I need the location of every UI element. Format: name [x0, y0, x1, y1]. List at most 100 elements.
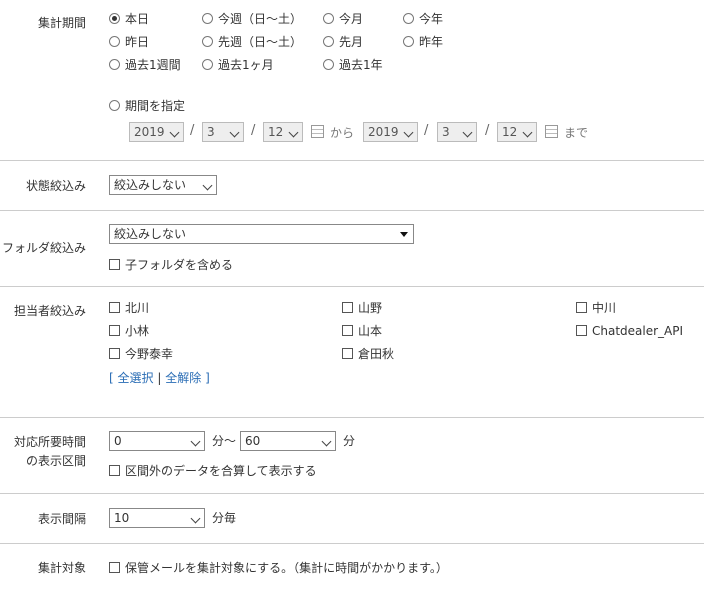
chevron-down-icon	[462, 127, 473, 138]
assignee-checkbox[interactable]: 山野	[342, 300, 382, 316]
radio-button[interactable]	[323, 13, 334, 24]
status-label: 状態絞込み	[25, 179, 86, 193]
radio-button[interactable]	[403, 36, 414, 47]
dropdown-arrow-icon	[400, 232, 408, 237]
checkbox[interactable]	[109, 562, 120, 573]
to-day-select[interactable]: 12	[497, 122, 537, 142]
calendar-icon[interactable]	[311, 125, 324, 138]
radio-yesterday[interactable]: 昨日	[109, 34, 149, 50]
radio-this-week[interactable]: 今週（日～土）	[202, 11, 302, 27]
assignee-checkbox[interactable]: 今野泰幸	[109, 346, 173, 362]
date-slash: /	[424, 123, 429, 138]
assignee-label: 担当者絞込み	[13, 304, 86, 318]
from-text: から	[330, 126, 355, 140]
checkbox[interactable]	[109, 302, 120, 313]
date-slash: /	[485, 123, 490, 138]
chevron-down-icon	[288, 127, 299, 138]
bracket-close: ]	[205, 371, 210, 385]
select-all-link[interactable]: 全選択	[118, 371, 154, 385]
date-slash: /	[251, 123, 256, 138]
duration-label-line2: の表示区間	[25, 454, 86, 468]
radio-last-year[interactable]: 昨年	[403, 34, 443, 50]
assignee-checkbox[interactable]: Chatdealer_API	[576, 323, 683, 339]
assignee-section: 担当者絞込み 北川 山野 中川 小林 山本 Chatdealer_API 今野泰…	[0, 286, 704, 418]
duration-from-select[interactable]: 0	[109, 431, 205, 451]
checkbox[interactable]	[576, 325, 587, 336]
radio-button[interactable]	[202, 59, 213, 70]
checkbox[interactable]	[342, 302, 353, 313]
radio-past-week[interactable]: 過去1週間	[109, 57, 181, 73]
assignee-checkbox[interactable]: 小林	[109, 323, 149, 339]
radio-last-week[interactable]: 先週（日～土）	[202, 34, 302, 50]
radio-button[interactable]	[202, 36, 213, 47]
from-year-select[interactable]: 2019	[129, 122, 184, 142]
checkbox[interactable]	[109, 465, 120, 476]
interval-label: 表示間隔	[37, 512, 86, 526]
from-day-select[interactable]: 12	[263, 122, 303, 142]
duration-label-line1: 対応所要時間	[13, 435, 86, 449]
chevron-down-icon	[321, 436, 332, 447]
chevron-down-icon	[522, 127, 533, 138]
status-section: 状態絞込み 絞込みしない	[0, 160, 704, 211]
folder-section: フォルダ絞込み 絞込みしない 子フォルダを含める	[0, 210, 704, 287]
radio-custom-period[interactable]: 期間を指定	[109, 98, 185, 114]
checkbox[interactable]	[109, 348, 120, 359]
radio-button[interactable]	[403, 13, 414, 24]
assignee-checkbox[interactable]: 北川	[109, 300, 149, 316]
interval-unit: 分毎	[212, 511, 237, 525]
assignee-checkbox[interactable]: 倉田秋	[342, 346, 394, 362]
to-month-select[interactable]: 3	[437, 122, 477, 142]
assignee-checkbox[interactable]: 中川	[576, 300, 616, 316]
assignee-checkbox[interactable]: 山本	[342, 323, 382, 339]
radio-button[interactable]	[109, 100, 120, 111]
select-links: [ 全選択 | 全解除 ]	[109, 370, 210, 386]
folder-select[interactable]: 絞込みしない	[109, 224, 414, 244]
chevron-down-icon	[169, 127, 180, 138]
radio-button[interactable]	[109, 59, 120, 70]
chevron-down-icon	[190, 436, 201, 447]
include-archived-checkbox[interactable]: 保管メールを集計対象にする。（集計に時間がかかります。）	[109, 560, 448, 576]
from-month-select[interactable]: 3	[202, 122, 244, 142]
target-section: 集計対象 保管メールを集計対象にする。（集計に時間がかかります。）	[0, 543, 704, 597]
to-text: まで	[564, 126, 589, 140]
checkbox[interactable]	[342, 325, 353, 336]
radio-past-year[interactable]: 過去1年	[323, 57, 383, 73]
checkbox[interactable]	[576, 302, 587, 313]
interval-section: 表示間隔 10 分毎	[0, 493, 704, 544]
chevron-down-icon	[403, 127, 414, 138]
include-subfolder-checkbox[interactable]: 子フォルダを含める	[109, 257, 233, 273]
to-year-select[interactable]: 2019	[363, 122, 418, 142]
chevron-down-icon	[202, 180, 213, 191]
radio-button[interactable]	[109, 36, 120, 47]
radio-button[interactable]	[202, 13, 213, 24]
folder-label: フォルダ絞込み	[1, 241, 86, 255]
calendar-icon[interactable]	[545, 125, 558, 138]
period-label: 集計期間	[37, 16, 86, 30]
duration-from-unit: 分～	[212, 434, 237, 448]
duration-to-unit: 分	[343, 434, 356, 448]
radio-past-month[interactable]: 過去1ヶ月	[202, 57, 274, 73]
radio-this-year[interactable]: 今年	[403, 11, 443, 27]
clear-all-link[interactable]: 全解除	[165, 371, 201, 385]
checkbox[interactable]	[109, 259, 120, 270]
merge-outside-checkbox[interactable]: 区間外のデータを合算して表示する	[109, 463, 317, 479]
radio-button[interactable]	[323, 59, 334, 70]
link-divider: |	[157, 371, 162, 385]
radio-button[interactable]	[323, 36, 334, 47]
checkbox[interactable]	[109, 325, 120, 336]
chevron-down-icon	[190, 513, 201, 524]
date-slash: /	[190, 123, 195, 138]
radio-button[interactable]	[109, 13, 120, 24]
duration-section: 対応所要時間 の表示区間 0 分～ 60 分 区間外のデータを合算して表示する	[0, 417, 704, 494]
interval-select[interactable]: 10	[109, 508, 205, 528]
target-label: 集計対象	[37, 561, 86, 575]
bracket-open: [	[109, 371, 114, 385]
period-section: 集計期間 本日 今週（日～土） 今月 今年 昨日 先週（日～土） 先月 昨年 過…	[0, 0, 704, 161]
radio-this-month[interactable]: 今月	[323, 11, 363, 27]
radio-last-month[interactable]: 先月	[323, 34, 363, 50]
status-select[interactable]: 絞込みしない	[109, 175, 217, 195]
checkbox[interactable]	[342, 348, 353, 359]
duration-to-select[interactable]: 60	[240, 431, 336, 451]
radio-today[interactable]: 本日	[109, 11, 149, 27]
chevron-down-icon	[229, 127, 240, 138]
